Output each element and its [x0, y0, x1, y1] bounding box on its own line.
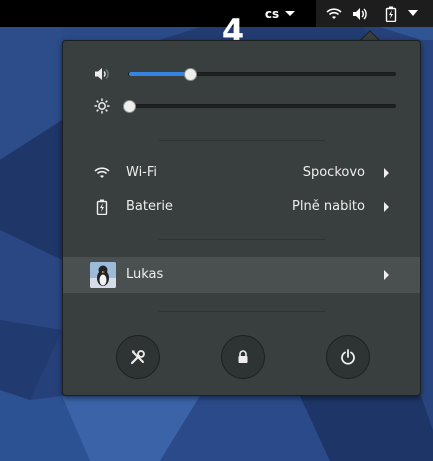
volume-icon [353, 8, 367, 20]
system-menu: Wi-Fi Spockovo Baterie Plně nabito Lukas [62, 40, 421, 396]
brightness-slider[interactable] [123, 100, 396, 113]
brightness-slider-handle[interactable] [123, 100, 136, 113]
wifi-network-name: Spockovo [302, 165, 365, 180]
volume-low-icon [95, 68, 109, 80]
settings-button[interactable] [116, 335, 160, 379]
keyboard-layout-indicator[interactable]: cs [260, 0, 300, 27]
system-status-area[interactable] [316, 0, 433, 27]
wifi-label: Wi-Fi [126, 165, 158, 180]
power-button[interactable] [326, 335, 370, 379]
power-icon [341, 349, 355, 365]
user-menu-item[interactable]: Lukas [63, 257, 420, 293]
battery-menu-item[interactable]: Baterie Plně nabito [63, 190, 420, 224]
separator [159, 311, 325, 312]
volume-slider-handle[interactable] [184, 68, 198, 81]
chevron-right-icon [384, 168, 389, 178]
brightness-slider-row [63, 95, 422, 117]
battery-status: Plně nabito [292, 199, 365, 214]
brightness-icon [94, 98, 110, 114]
wifi-icon [94, 167, 110, 178]
separator [159, 239, 325, 240]
chevron-down-icon [408, 10, 418, 16]
separator [159, 140, 325, 141]
volume-slider-row [63, 63, 422, 85]
avatar [90, 262, 116, 288]
battery-label: Baterie [126, 199, 173, 214]
user-name: Lukas [126, 267, 164, 282]
wifi-menu-item[interactable]: Wi-Fi Spockovo [63, 156, 420, 190]
settings-icon [130, 350, 145, 365]
battery-icon [385, 6, 397, 22]
chevron-right-icon [384, 202, 389, 212]
wifi-icon [326, 8, 342, 19]
chevron-down-icon [285, 11, 296, 16]
lock-icon [238, 350, 248, 363]
volume-slider[interactable] [128, 68, 396, 81]
lock-button[interactable] [221, 335, 265, 379]
volume-slider-fill [129, 72, 191, 76]
chevron-right-icon [384, 270, 389, 280]
keyboard-layout-label: cs [264, 6, 280, 21]
battery-icon [96, 199, 108, 215]
